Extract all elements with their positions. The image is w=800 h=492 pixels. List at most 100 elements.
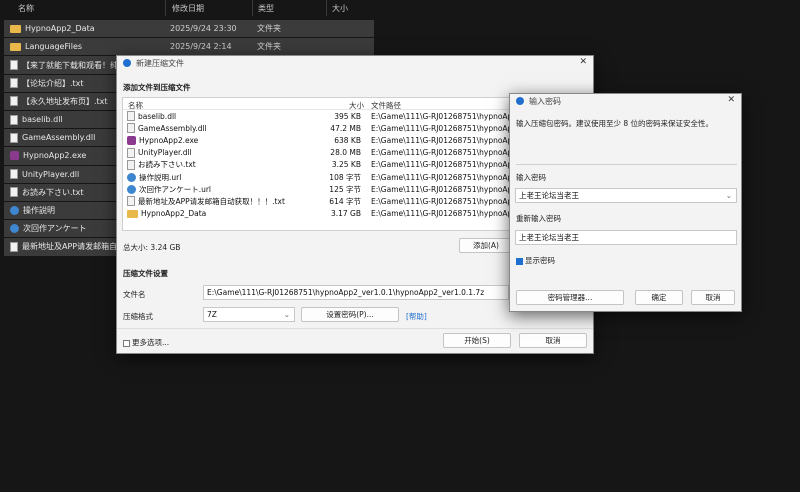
start-button[interactable]: 开始(S) xyxy=(443,333,511,348)
checkbox-checked-icon xyxy=(516,257,523,265)
archive-file-row[interactable]: UnityPlayer.dll 28.0 MB E:\Game\111\G-RJ01… xyxy=(123,147,511,159)
text-file-icon xyxy=(10,78,18,89)
file-name: 最新地址及APP请发邮箱自动获取！！！.txt xyxy=(138,196,285,206)
text-file-icon xyxy=(10,241,18,252)
password-cancel-button[interactable]: 取消 xyxy=(691,290,735,305)
dll-file-icon xyxy=(127,111,135,122)
file-name: UnityPlayer.dll xyxy=(22,169,80,179)
archive-file-row[interactable]: GameAssembly.dll 47.2 MB E:\Game\111\G-RJ0… xyxy=(123,122,511,134)
col-header-size[interactable]: 大小 xyxy=(332,3,348,14)
file-name: 【来了就能下载和观看！纯免 xyxy=(22,60,126,70)
close-icon[interactable]: ✕ xyxy=(727,95,735,105)
column-separator[interactable] xyxy=(326,0,327,16)
file-path: E:\Game\111\G-RJ01268751\hypnoApp2 xyxy=(371,172,512,182)
folder-icon xyxy=(10,42,21,51)
dll-file-icon xyxy=(127,123,135,134)
show-password-checkbox[interactable]: 显示密码 xyxy=(516,255,555,266)
file-name: LanguageFiles xyxy=(25,42,83,52)
section-add-files: 添加文件到压缩文件 xyxy=(123,83,191,92)
explorer-row-name: LanguageFiles xyxy=(4,38,164,55)
file-date: 2025/9/24 23:30 xyxy=(170,24,237,34)
column-separator[interactable] xyxy=(252,0,253,16)
file-name: UnityPlayer.dll xyxy=(138,148,192,158)
file-path: E:\Game\111\G-RJ01268751\hypnoApp2 xyxy=(371,184,512,194)
file-name: 【永久地址发布页】.txt xyxy=(22,96,108,106)
file-name: GameAssembly.dll xyxy=(22,133,96,143)
dll-file-icon xyxy=(10,169,18,180)
archive-file-row[interactable]: HypnoApp2_Data 3.17 GB E:\Game\111\G-RJ012… xyxy=(123,208,511,220)
file-size: 125 字节 xyxy=(329,184,361,194)
file-name: 次回作アンケート xyxy=(23,224,87,234)
col-header-name[interactable]: 名称 xyxy=(18,3,34,14)
column-separator[interactable] xyxy=(165,0,166,16)
filename-field[interactable]: E:\Game\111\G-RJ01268751\hypnoApp2_ver1.… xyxy=(203,285,509,300)
app-exe-icon xyxy=(127,135,136,145)
password-label: 输入密码 xyxy=(516,173,546,182)
more-options-checkbox[interactable]: 更多选项... xyxy=(123,337,169,348)
more-options-label: 更多选项... xyxy=(132,338,170,347)
file-name: お読み下さい.txt xyxy=(22,187,84,197)
explorer-row[interactable]: HypnoApp2_Data 2025/9/24 23:30 文件夹 xyxy=(4,20,374,38)
section-settings: 压缩文件设置 xyxy=(123,269,168,278)
reenter-password-input[interactable]: 上老王论坛当老王 xyxy=(515,230,737,245)
explorer-row[interactable]: LanguageFiles 2025/9/24 2:14 文件夹 xyxy=(4,38,374,56)
file-size: 3.17 GB xyxy=(330,209,361,219)
show-password-label: 显示密码 xyxy=(525,256,555,265)
format-select[interactable]: 7Z ⌄ xyxy=(203,307,295,322)
file-name: baselib.dll xyxy=(138,111,177,121)
checkbox-icon xyxy=(123,339,130,347)
file-size: 108 字节 xyxy=(329,172,361,182)
dll-file-icon xyxy=(10,132,18,143)
archive-file-row[interactable]: お読み下さい.txt 3.25 KB E:\Game\111\G-RJ0126875… xyxy=(123,159,511,171)
file-path: E:\Game\111\G-RJ01268751\hypnoApp2 xyxy=(371,123,512,133)
ok-button[interactable]: 确定 xyxy=(635,290,683,305)
file-name: 【论坛介绍】.txt xyxy=(22,78,84,88)
file-size: 395 KB xyxy=(334,111,361,121)
file-list-header: 名称 大小 文件路径 xyxy=(123,98,511,110)
password-value: 上老王论坛当老王 xyxy=(519,191,579,200)
col-header-type[interactable]: 类型 xyxy=(258,3,274,14)
col-header-date[interactable]: 修改日期 xyxy=(172,3,204,14)
archive-file-row[interactable]: 次回作アンケート.url 125 字节 E:\Game\111\G-RJ012687… xyxy=(123,183,511,195)
add-button[interactable]: 添加(A) xyxy=(459,238,513,253)
reenter-password-label: 重新输入密码 xyxy=(516,214,561,223)
file-size: 614 字节 xyxy=(329,196,361,206)
file-name: HypnoApp2_Data xyxy=(141,209,207,219)
folder-icon xyxy=(127,209,138,218)
format-value: 7Z xyxy=(207,310,217,319)
archive-file-row[interactable]: 最新地址及APP请发邮箱自动获取！！！.txt 614 字节 E:\Game\111… xyxy=(123,195,511,207)
filename-label: 文件名 xyxy=(123,290,146,299)
text-file-icon xyxy=(10,96,18,107)
close-icon[interactable]: ✕ xyxy=(579,57,587,67)
divider xyxy=(516,164,737,165)
dll-file-icon xyxy=(127,147,135,158)
password-dialog-title: 输入密码 xyxy=(529,96,561,106)
password-dialog-titlebar: 输入密码 ✕ xyxy=(510,94,741,108)
file-name: HypnoApp2_Data xyxy=(25,24,95,34)
file-name: HypnoApp2.exe xyxy=(23,151,87,161)
file-path: E:\Game\111\G-RJ01268751\hypnoApp2 xyxy=(371,111,512,121)
total-size: 总大小: 3.24 GB xyxy=(123,243,181,252)
dll-file-icon xyxy=(10,114,18,125)
text-file-icon xyxy=(10,60,18,71)
text-file-icon xyxy=(127,159,135,170)
set-password-button[interactable]: 设置密码(P)... xyxy=(301,307,399,322)
url-globe-icon xyxy=(127,184,136,194)
archive-file-row[interactable]: HypnoApp2.exe 638 KB E:\Game\111\G-RJ01268… xyxy=(123,134,511,146)
file-path: E:\Game\111\G-RJ01268751\hypnoApp2 xyxy=(371,196,512,206)
text-file-icon xyxy=(10,187,18,198)
divider xyxy=(117,328,593,329)
file-name: 最新地址及APP请发邮箱自动 xyxy=(22,242,126,252)
archive-file-row[interactable]: baselib.dll 395 KB E:\Game\111\G-RJ0126875… xyxy=(123,110,511,122)
file-name: 次回作アンケート.url xyxy=(139,184,212,194)
file-size: 3.25 KB xyxy=(331,160,361,170)
archive-cancel-button[interactable]: 取消 xyxy=(519,333,587,348)
help-link[interactable]: [帮助] xyxy=(406,311,427,322)
password-input[interactable]: 上老王论坛当老王 ⌄ xyxy=(515,188,737,203)
archive-file-row[interactable]: 操作説明.url 108 字节 E:\Game\111\G-RJ01268751\h… xyxy=(123,171,511,183)
chevron-down-icon[interactable]: ⌄ xyxy=(726,191,732,200)
archive-file-list: 名称 大小 文件路径 baselib.dll 395 KB E:\Game\111\… xyxy=(122,97,512,231)
app-exe-icon xyxy=(10,151,19,161)
password-manager-button[interactable]: 密码管理器... xyxy=(516,290,624,305)
file-type: 文件夹 xyxy=(257,24,281,34)
